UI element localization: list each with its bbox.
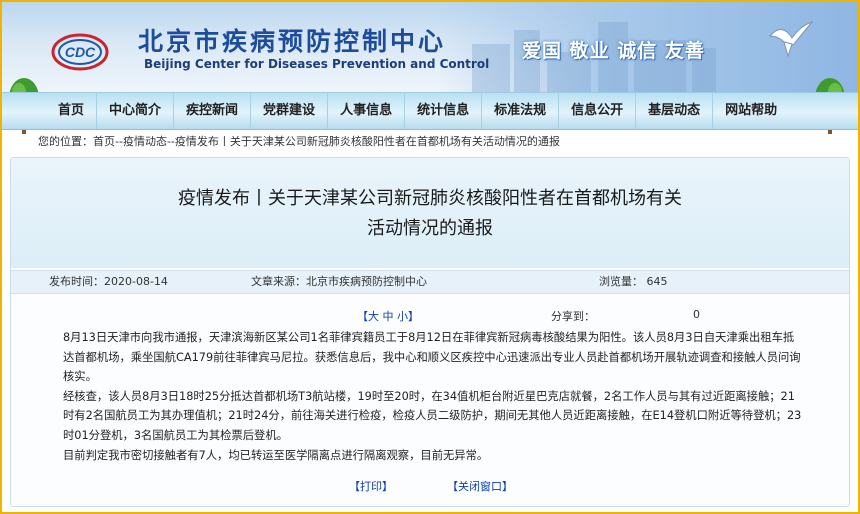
print-link-wrap: 【打印】 bbox=[349, 478, 393, 494]
close-window-link[interactable]: 【关闭窗口】 bbox=[447, 480, 513, 493]
site-banner: CDC 北京市疾病预防控制中心 Beijing Center for Disea… bbox=[2, 2, 858, 92]
logo-text: CDC bbox=[65, 44, 96, 60]
share-bar: 分享到： bbox=[551, 308, 595, 324]
font-size-medium[interactable]: 中 bbox=[383, 310, 394, 323]
article-paragraph: 目前判定我市密切接触者有7人，均已转运至医学隔离点进行隔离观察，目前无异常。 bbox=[63, 448, 489, 462]
cdc-logo[interactable]: CDC bbox=[50, 30, 110, 74]
nav-news[interactable]: 疾控新闻 bbox=[174, 93, 252, 129]
article-container: 疫情发布丨关于天津某公司新冠肺炎核酸阳性者在首都机场有关 活动情况的通报 发布时… bbox=[10, 157, 850, 507]
nav-about[interactable]: 中心简介 bbox=[97, 93, 175, 129]
view-count: 浏览量： 645 bbox=[599, 275, 668, 288]
article-title-line1: 疫情发布丨关于天津某公司新冠肺炎核酸阳性者在首都机场有关 bbox=[178, 188, 682, 209]
print-link[interactable]: 【打印】 bbox=[349, 480, 393, 493]
publish-time: 发布时间：2020-08-14 bbox=[49, 275, 168, 288]
nav-statistics[interactable]: 统计信息 bbox=[405, 93, 483, 129]
article-source: 文章来源：北京市疾病预防控制中心 bbox=[251, 275, 427, 288]
nav-home[interactable]: 首页 bbox=[46, 93, 98, 129]
article-body: 8月13日天津市向我市通报，天津滨海新区某公司1名菲律宾籍员工于8月12日在菲律… bbox=[63, 328, 805, 465]
article-title: 疫情发布丨关于天津某公司新冠肺炎核酸阳性者在首都机场有关 活动情况的通报 bbox=[11, 184, 849, 244]
font-size-switcher: 【大 中 小】 bbox=[357, 308, 419, 324]
share-count: 0 bbox=[693, 308, 700, 321]
nav-grassroots[interactable]: 基层动态 bbox=[636, 93, 714, 129]
seagull-icon bbox=[768, 20, 814, 58]
close-link-wrap: 【关闭窗口】 bbox=[447, 478, 513, 494]
nav-disclosure[interactable]: 信息公开 bbox=[559, 93, 637, 129]
article-title-line2: 活动情况的通报 bbox=[367, 218, 493, 239]
article-meta: 发布时间：2020-08-14 文章来源：北京市疾病预防控制中心 浏览量： 64… bbox=[11, 270, 849, 294]
nav-party[interactable]: 党群建设 bbox=[251, 93, 329, 129]
share-label: 分享到： bbox=[551, 310, 595, 323]
font-size-bracket: 】 bbox=[408, 310, 419, 323]
font-size-large[interactable]: 大 bbox=[368, 310, 379, 323]
slogan: 爱国 敬业 诚信 友善 bbox=[522, 40, 705, 62]
site-title-cn[interactable]: 北京市疾病预防控制中心 bbox=[138, 22, 446, 58]
font-size-small[interactable]: 小 bbox=[397, 310, 408, 323]
breadcrumb[interactable]: 您的位置：首页--疫情动态--疫情发布丨关于天津某公司新冠肺炎核酸阳性者在首都机… bbox=[38, 131, 560, 153]
nav-standards[interactable]: 标准法规 bbox=[482, 93, 560, 129]
main-nav: 首页 中心简介 疾控新闻 党群建设 人事信息 统计信息 标准法规 信息公开 基层… bbox=[2, 92, 858, 130]
site-title-en: Beijing Center for Diseases Prevention a… bbox=[144, 57, 490, 71]
article-paragraph: 8月13日天津市向我市通报，天津滨海新区某公司1名菲律宾籍员工于8月12日在菲律… bbox=[63, 331, 801, 384]
page-frame: CDC 北京市疾病预防控制中心 Beijing Center for Disea… bbox=[0, 0, 860, 514]
font-size-bracket: 【 bbox=[357, 310, 368, 323]
nav-personnel[interactable]: 人事信息 bbox=[328, 93, 406, 129]
article-paragraph: 经核查，该人员8月3日18时25分抵达首都机场T3航站楼，19时至20时，在34… bbox=[63, 389, 802, 442]
nav-help[interactable]: 网站帮助 bbox=[713, 93, 789, 129]
